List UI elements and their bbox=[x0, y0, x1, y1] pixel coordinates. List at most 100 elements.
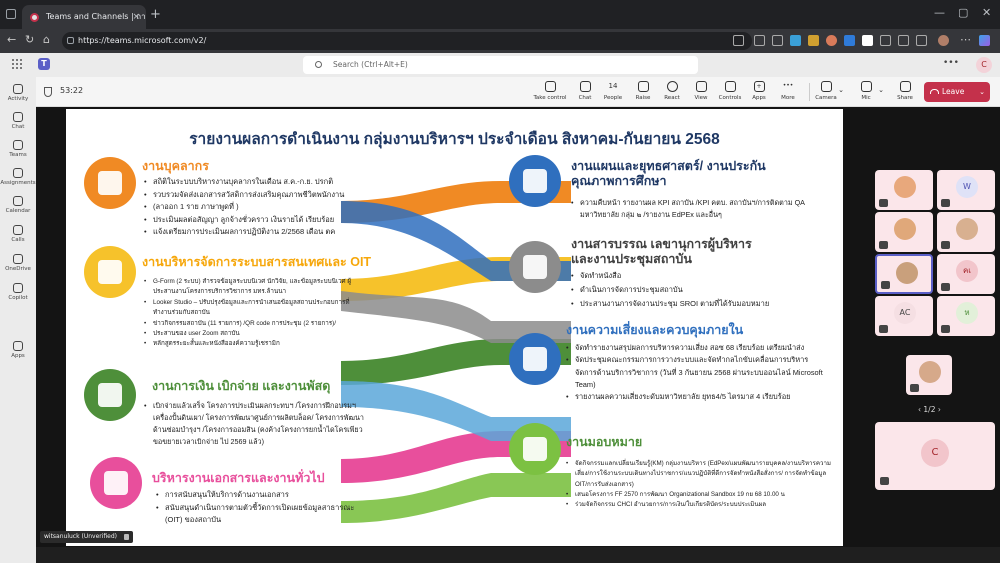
user-avatar[interactable]: C bbox=[976, 57, 992, 73]
smile-icon bbox=[666, 81, 678, 92]
list-item: หลักสูตรระยะสั้นและหนังสือองค์ความรู้เชร… bbox=[144, 339, 364, 350]
planning-list: ความคืบหน้า รายงานผล KPI สถาบัน /KPI คตบ… bbox=[571, 197, 826, 221]
split-screen-icon[interactable] bbox=[880, 35, 891, 46]
view-grid-icon bbox=[695, 81, 707, 92]
rail-calls[interactable]: Calls bbox=[0, 225, 36, 243]
app-launcher-icon[interactable] bbox=[12, 59, 23, 70]
participant-photo bbox=[894, 218, 916, 240]
finance-icon-circle bbox=[84, 369, 136, 421]
refresh-icon[interactable]: ↻ bbox=[25, 33, 34, 46]
extension-avatar-icon[interactable] bbox=[826, 35, 837, 46]
rail-chat[interactable]: Chat bbox=[0, 112, 36, 130]
mic-muted-icon bbox=[941, 283, 950, 291]
list-item: Looker Studio – ปรับปรุงข้อมูลและการนำเส… bbox=[144, 298, 364, 319]
participant-tile[interactable] bbox=[906, 355, 952, 395]
planning-icon-circle bbox=[509, 155, 561, 207]
camera-options-chevron-icon[interactable]: ⌄ bbox=[836, 86, 846, 94]
rail-apps[interactable]: Apps bbox=[0, 341, 36, 359]
participant-avatar: AC bbox=[894, 302, 916, 324]
browser-tab-teams[interactable]: Teams and Channels | การประ × bbox=[22, 5, 146, 29]
settings-more-icon[interactable]: ••• bbox=[943, 58, 959, 68]
participant-tile[interactable] bbox=[875, 170, 933, 210]
previous-page-icon[interactable]: ‹ bbox=[918, 405, 921, 414]
rail-label: Calls bbox=[11, 237, 25, 243]
copilot-icon[interactable] bbox=[979, 35, 990, 46]
section-title-risk: งานความเสี่ยงและควบคุมภายใน bbox=[566, 323, 744, 337]
rail-calendar[interactable]: Calendar bbox=[0, 196, 36, 214]
close-tab-icon[interactable]: × bbox=[132, 5, 140, 29]
site-info-icon[interactable] bbox=[67, 37, 74, 44]
mic-muted-icon bbox=[941, 325, 950, 333]
teams-icon bbox=[13, 140, 23, 150]
more-button[interactable]: ••• More bbox=[771, 81, 805, 101]
browser-tab-bar: Teams and Channels | การประ × + — ▢ ✕ bbox=[0, 0, 1000, 29]
browser-menu-icon[interactable]: ⋯ bbox=[960, 33, 971, 46]
tab-actions-icon[interactable] bbox=[6, 9, 16, 19]
pie-chart-icon bbox=[98, 260, 122, 284]
rail-assignments[interactable]: Assignments bbox=[0, 168, 36, 186]
meeting-info-shield-icon[interactable] bbox=[44, 87, 52, 97]
extension-download-icon[interactable] bbox=[790, 35, 801, 46]
section-title-information-systems: งานบริหารจัดการระบบสารสนเทศและ OIT bbox=[142, 255, 372, 269]
share-button[interactable]: Share bbox=[888, 81, 922, 101]
copilot-rail-icon bbox=[13, 283, 23, 293]
collections-icon[interactable] bbox=[916, 35, 927, 46]
section-title-planning: งานแผนและยุทธศาสตร์/ งานประกันคุณภาพการศ… bbox=[571, 159, 766, 188]
rail-teams[interactable]: Teams bbox=[0, 140, 36, 158]
calendar-icon bbox=[13, 196, 23, 206]
url-field[interactable]: https://teams.microsoft.com/v2/ bbox=[62, 32, 752, 50]
rail-label: Teams bbox=[9, 152, 27, 158]
teams-header: T Search (Ctrl+Alt+E) ••• C bbox=[0, 53, 1000, 77]
read-aloud-icon[interactable] bbox=[754, 35, 765, 46]
participant-tile[interactable] bbox=[937, 212, 995, 252]
participant-tile[interactable]: W bbox=[937, 170, 995, 210]
extension-icon-3[interactable] bbox=[862, 35, 873, 46]
mic-muted-icon bbox=[941, 199, 950, 207]
minimize-icon[interactable]: — bbox=[934, 6, 945, 19]
mic-options-chevron-icon[interactable]: ⌄ bbox=[876, 86, 886, 94]
people-button[interactable]: 14 People bbox=[596, 81, 630, 101]
leave-button[interactable]: Leave ⌄ bbox=[924, 82, 990, 102]
finance-list: เบิกจ่ายแล้วเสร็จ โครงการประเมินผลกระทบฯ… bbox=[144, 400, 364, 448]
participant-tile-large[interactable]: C bbox=[875, 422, 995, 490]
risk-icon-circle bbox=[509, 333, 561, 385]
maximize-icon[interactable]: ▢ bbox=[958, 6, 968, 19]
close-window-icon[interactable]: ✕ bbox=[982, 6, 991, 19]
install-app-icon[interactable] bbox=[733, 35, 744, 46]
extension-icon[interactable] bbox=[808, 35, 819, 46]
home-icon[interactable]: ⌂ bbox=[43, 33, 50, 46]
new-tab-icon[interactable]: + bbox=[150, 7, 161, 22]
participant-avatar: คเ bbox=[956, 260, 978, 282]
extension-icon-2[interactable] bbox=[844, 35, 855, 46]
tab-title: Teams and Channels | การประ bbox=[46, 12, 146, 21]
rail-activity[interactable]: Activity bbox=[0, 84, 36, 102]
participant-photo bbox=[894, 176, 916, 198]
rail-onedrive[interactable]: OneDrive bbox=[0, 254, 36, 272]
profile-avatar-icon[interactable] bbox=[938, 35, 949, 46]
search-input[interactable]: Search (Ctrl+Alt+E) bbox=[303, 56, 698, 74]
list-item: จัดทำรายงานสรุปผลการบริหารความเสี่ยง สอซ… bbox=[566, 342, 828, 355]
take-control-button[interactable]: Take control bbox=[533, 81, 567, 101]
participant-tile[interactable]: คเ bbox=[937, 254, 995, 294]
secretariat-list: จัดทำหนังสือ ดำเนินการจัดการประชุมสถาบัน… bbox=[571, 269, 826, 311]
favorites-icon[interactable] bbox=[898, 35, 909, 46]
favorite-star-icon[interactable] bbox=[772, 35, 783, 46]
presentation-icon bbox=[523, 255, 547, 279]
back-icon[interactable]: ← bbox=[7, 33, 16, 46]
documents-icon-circle bbox=[90, 457, 142, 509]
participant-tile[interactable] bbox=[875, 254, 933, 294]
information-systems-list: G-Form (2 ระบบ) สำรวจข้อมูลระบบนิเวศ นัก… bbox=[144, 277, 364, 350]
list-item: รายงานผลความเสี่ยงระดับมหาวิทยาลัย ยุทธ4… bbox=[566, 391, 828, 404]
participant-tile[interactable]: AC bbox=[875, 296, 933, 336]
meeting-control-bar: 53:22 Take control Chat 14 People Raise R… bbox=[36, 77, 1000, 107]
leave-options-chevron-icon[interactable]: ⌄ bbox=[979, 82, 985, 102]
risk-list: จัดทำรายงานสรุปผลการบริหารความเสี่ยง สอซ… bbox=[566, 342, 828, 404]
shared-presentation-slide: รายงานผลการดำเนินงาน กลุ่มงานบริหารฯ ประ… bbox=[66, 109, 843, 546]
participant-tile[interactable]: ห bbox=[937, 296, 995, 336]
hang-up-icon bbox=[930, 89, 939, 94]
page-indicator: 1/2 bbox=[923, 405, 936, 414]
next-page-icon[interactable]: › bbox=[938, 405, 941, 414]
rail-copilot[interactable]: Copilot bbox=[0, 283, 36, 301]
participant-tile[interactable] bbox=[875, 212, 933, 252]
teams-logo-icon: T bbox=[38, 58, 50, 70]
